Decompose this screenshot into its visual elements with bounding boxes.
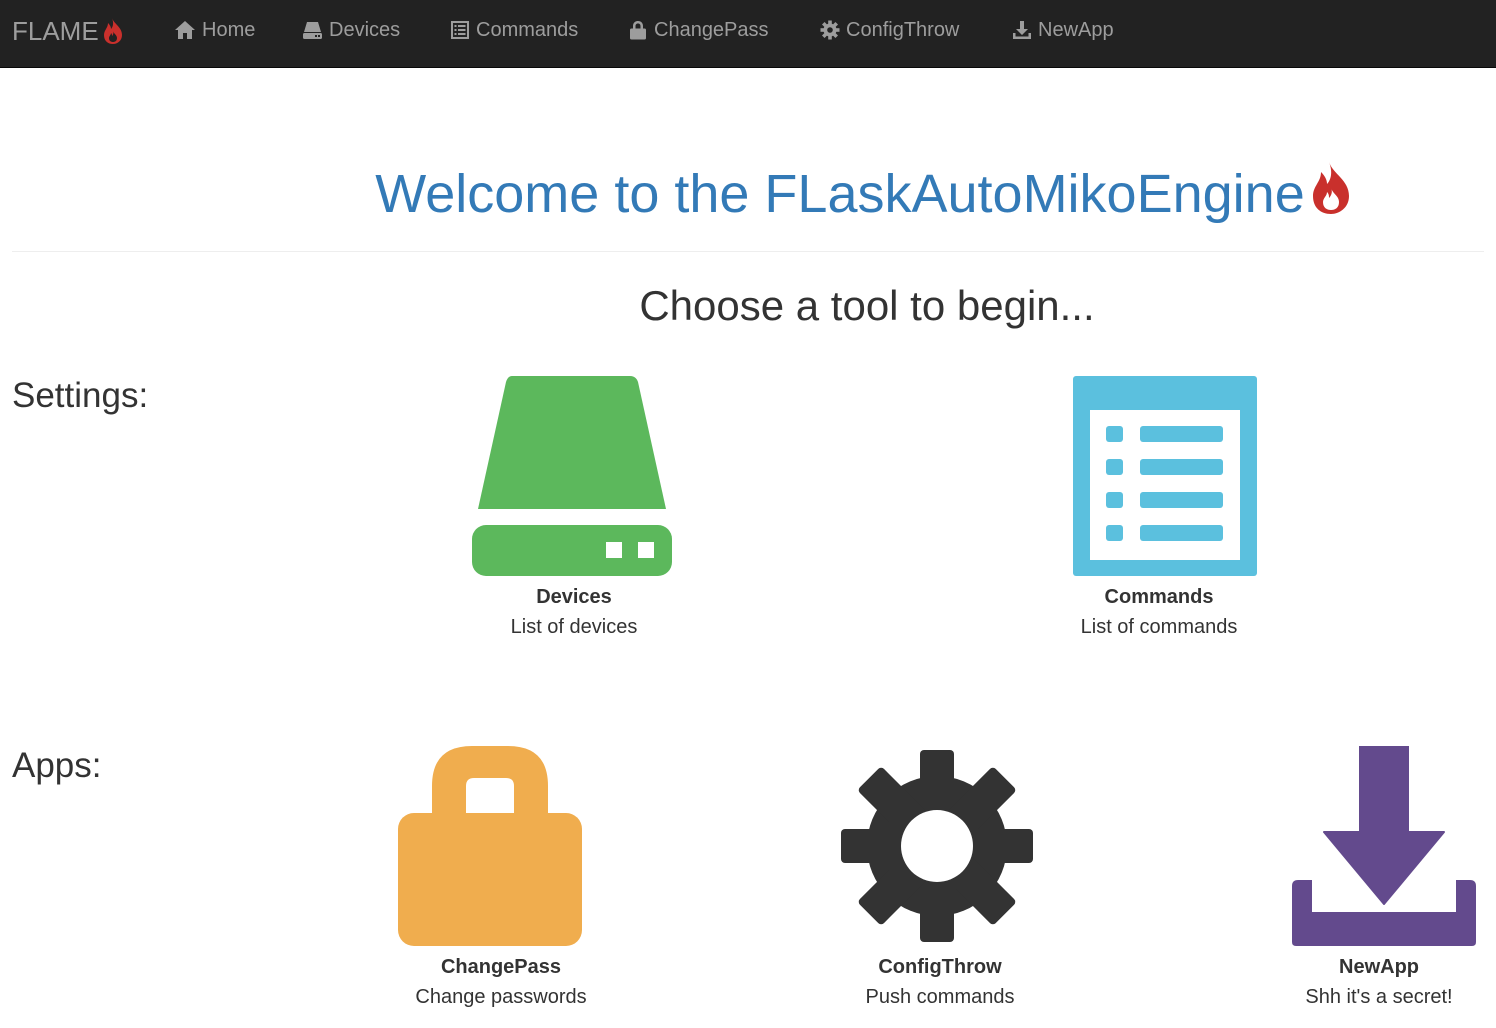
nav-devices-label: Devices (329, 18, 401, 41)
list-alt-icon (451, 21, 469, 39)
lock-icon (630, 21, 646, 40)
tool-configthrow[interactable]: ConfigThrow Push commands (820, 746, 1060, 1016)
top-navbar: FLAME Home Devices Commands ChangePass C… (0, 0, 1496, 68)
tool-configthrow-desc: Push commands (865, 986, 1015, 1008)
nav-configthrow-label: ConfigThrow (846, 18, 960, 41)
nav-home[interactable]: Home (174, 14, 255, 46)
tool-changepass-desc: Change passwords (415, 986, 587, 1008)
tool-newapp-name: NewApp (1339, 956, 1419, 978)
tool-devices-name: Devices (536, 586, 612, 608)
tool-commands-name: Commands (1104, 586, 1214, 608)
nav-home-label: Home (202, 18, 256, 41)
settings-section-label: Settings: (12, 376, 149, 415)
apps-section-label: Apps: (12, 746, 102, 785)
nav-commands-label: Commands (476, 18, 579, 41)
nav-configthrow[interactable]: ConfigThrow (820, 14, 959, 46)
fire-icon (103, 18, 122, 44)
home-icon (175, 21, 195, 39)
fire-icon (1312, 162, 1349, 214)
cog-icon (841, 750, 1033, 947)
nav-devices[interactable]: Devices (302, 14, 400, 46)
page-title: Welcome to the FLaskAutoMikoEngine (0, 160, 1496, 227)
tool-commands-desc: List of commands (1080, 616, 1238, 638)
nav-changepass-label: ChangePass (654, 18, 769, 41)
nav-commands[interactable]: Commands (450, 14, 578, 46)
brand-text: FLAME (12, 15, 99, 46)
lock-icon (398, 746, 582, 951)
page-title-text: Welcome to the FLaskAutoMikoEngine (375, 164, 1305, 224)
nav-changepass[interactable]: ChangePass (628, 14, 769, 46)
header-divider (12, 251, 1484, 252)
download-icon (1013, 21, 1031, 39)
download-icon (1292, 745, 1476, 951)
hdd-icon (472, 376, 672, 581)
brand-link[interactable]: FLAME (12, 14, 126, 48)
cog-icon (820, 20, 840, 40)
nav-newapp-label: NewApp (1038, 18, 1114, 41)
tool-configthrow-name: ConfigThrow (878, 956, 1002, 978)
hdd-icon (303, 22, 322, 39)
tool-changepass[interactable]: ChangePass Change passwords (381, 746, 621, 1016)
nav-newapp[interactable]: NewApp (1012, 14, 1114, 46)
tool-newapp[interactable]: NewApp Shh it's a secret! (1259, 745, 1496, 1016)
tool-newapp-desc: Shh it's a secret! (1305, 986, 1453, 1008)
page-subtitle: Choose a tool to begin... (639, 282, 1095, 329)
tool-changepass-name: ChangePass (440, 956, 562, 978)
tool-commands[interactable]: Commands List of commands (1039, 376, 1279, 646)
tool-devices-desc: List of devices (510, 616, 638, 638)
tool-devices[interactable]: Devices List of devices (454, 376, 694, 646)
list-alt-icon (1073, 376, 1257, 581)
